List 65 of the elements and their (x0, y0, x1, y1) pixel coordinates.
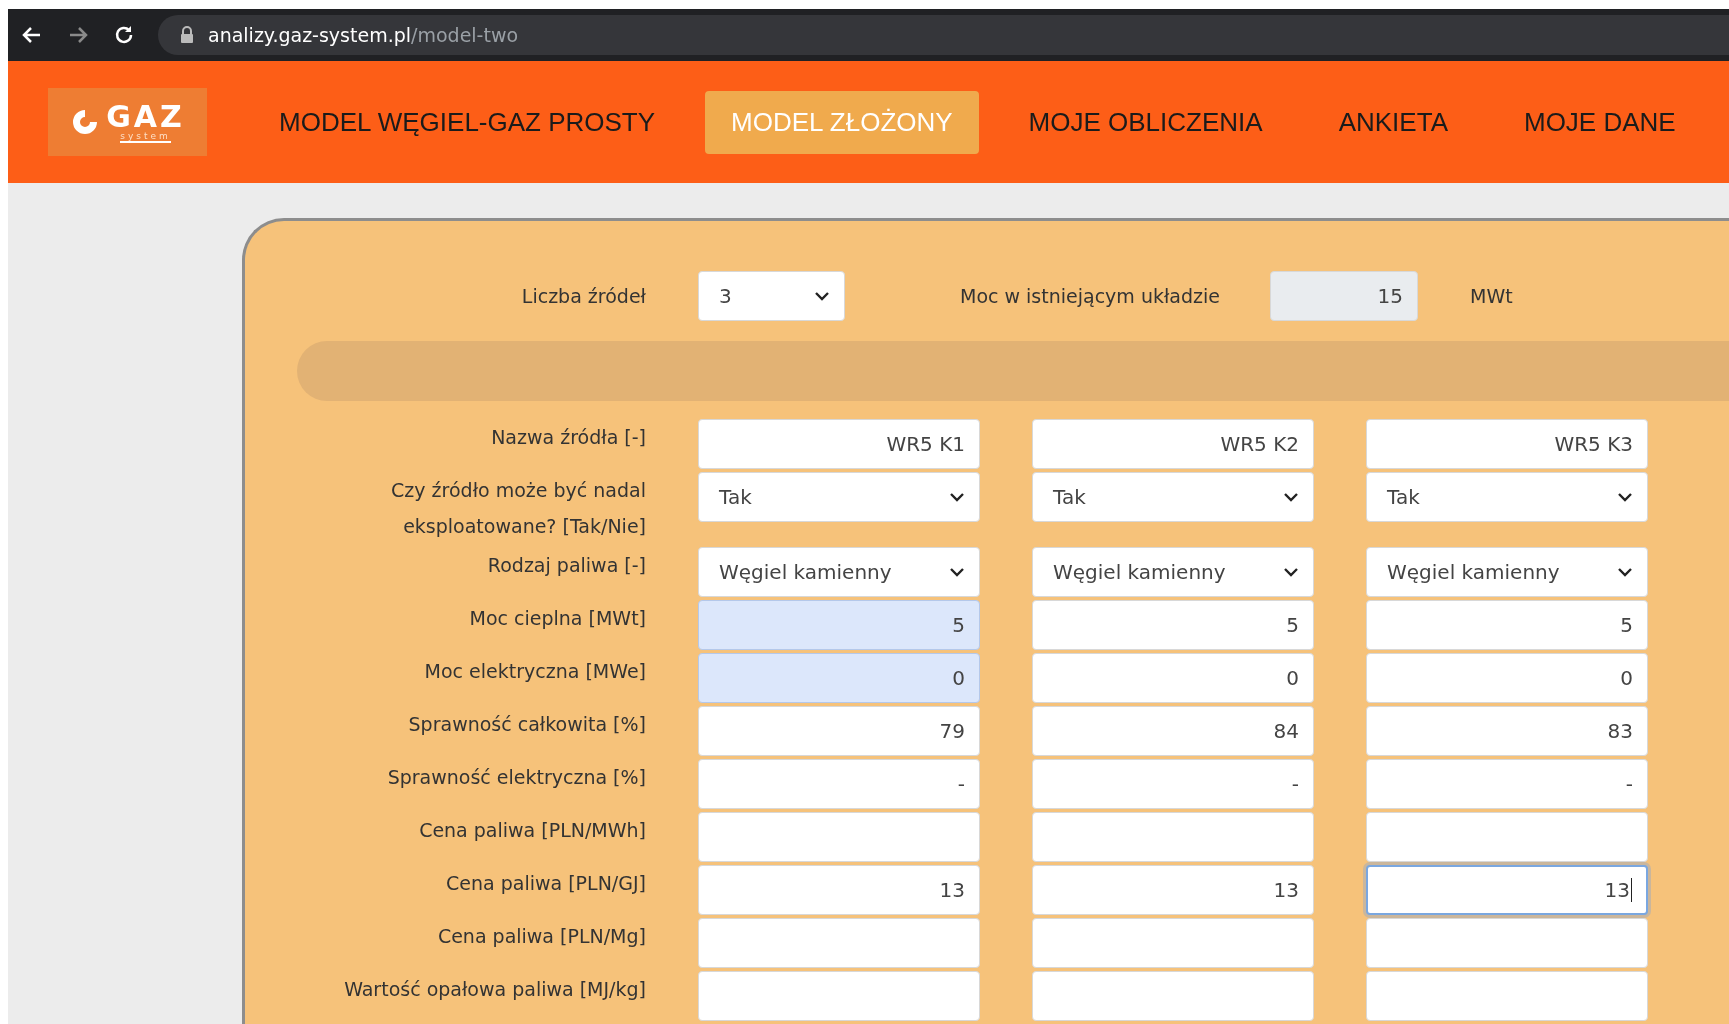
caret-icon (1283, 492, 1299, 502)
input-field[interactable] (1366, 812, 1648, 862)
select-field[interactable]: Węgiel kamienny (1032, 547, 1314, 597)
input-field[interactable]: 83 (1366, 706, 1648, 756)
input-field[interactable]: - (698, 759, 980, 809)
input-field[interactable] (1366, 971, 1648, 1021)
input-field[interactable]: - (1032, 759, 1314, 809)
input-field[interactable]: WR5 K1 (698, 419, 980, 469)
field-label: Nazwa źródła [-] (490, 425, 646, 450)
address-bar[interactable]: analizy.gaz-system.pl/model-two (158, 15, 1729, 55)
input-field[interactable]: 0 (1366, 653, 1648, 703)
select-field[interactable]: Węgiel kamienny (698, 547, 980, 597)
field-label: Czy źródło może być nadal eksploatowane? [Tak/Nie] (390, 478, 646, 539)
unit-label: MWt (1470, 285, 1513, 307)
input-field[interactable] (1366, 918, 1648, 968)
lock-icon (180, 26, 194, 44)
select-field[interactable]: Węgiel kamienny (1366, 547, 1648, 597)
field-label: Cena paliwa [PLN/Mg] (436, 924, 646, 949)
nav-tab[interactable]: MOJE DANE (1498, 90, 1702, 154)
select-field[interactable]: Tak (1032, 472, 1314, 522)
logo-text: GAZ (106, 101, 185, 132)
field-label: Moc w istniejącym układzie (960, 285, 1220, 307)
select-field[interactable]: Tak (698, 472, 980, 522)
field-label: Liczba źródeł (520, 285, 646, 307)
input-field[interactable]: 79 (698, 706, 980, 756)
field-label: Rodzaj paliwa [-] (486, 553, 646, 578)
input-field[interactable]: - (1366, 759, 1648, 809)
logo-subtext: system (120, 131, 171, 143)
input-field[interactable]: 13 (1032, 865, 1314, 915)
nav-tab[interactable]: ANKIETA (1312, 90, 1474, 154)
select-field[interactable]: 3 (698, 271, 845, 321)
input-field[interactable] (698, 918, 980, 968)
input-field[interactable]: WR5 K3 (1366, 419, 1648, 469)
input-field[interactable]: 5 (1032, 600, 1314, 650)
field-label: Sprawność elektryczna [%] (386, 765, 646, 790)
caret-icon (814, 291, 830, 301)
select-field[interactable]: Tak (1366, 472, 1648, 522)
input-field[interactable] (698, 812, 980, 862)
input-field[interactable]: 0 (698, 653, 980, 703)
input-field[interactable]: 0 (1032, 653, 1314, 703)
caret-icon (1617, 492, 1633, 502)
input-field[interactable] (1032, 918, 1314, 968)
caret-icon (949, 492, 965, 502)
input-field[interactable]: 5 (1366, 600, 1648, 650)
field-label: Wartość opałowa paliwa [MJ/kg] (343, 977, 646, 1002)
input-field[interactable]: WR5 K2 (1032, 419, 1314, 469)
input-field[interactable]: 84 (1032, 706, 1314, 756)
caret-icon (949, 567, 965, 577)
field-label: Moc cieplna [MWt] (468, 606, 646, 631)
input-field[interactable]: 13 (1366, 865, 1648, 915)
nav-tab[interactable]: MOJE OBLICZENIA (1002, 90, 1289, 154)
caret-icon (1617, 567, 1633, 577)
caret-icon (1283, 567, 1299, 577)
nav-tab[interactable]: MODEL WĘGIEL-GAZ PROSTY (253, 90, 682, 154)
input-field[interactable]: 5 (698, 600, 980, 650)
input-field[interactable]: 13 (698, 865, 980, 915)
input-field[interactable]: 15 (1270, 271, 1418, 321)
input-field[interactable] (1032, 812, 1314, 862)
field-label: Cena paliwa [PLN/MWh] (418, 818, 646, 843)
input-field[interactable] (1032, 971, 1314, 1021)
field-label: Sprawność całkowita [%] (407, 712, 646, 737)
field-label: Cena paliwa [PLN/GJ] (445, 871, 646, 896)
url-text: analizy.gaz-system.pl/model-two (208, 24, 519, 46)
field-label: Moc elektryczna [MWe] (423, 659, 646, 684)
input-field[interactable] (698, 971, 980, 1021)
